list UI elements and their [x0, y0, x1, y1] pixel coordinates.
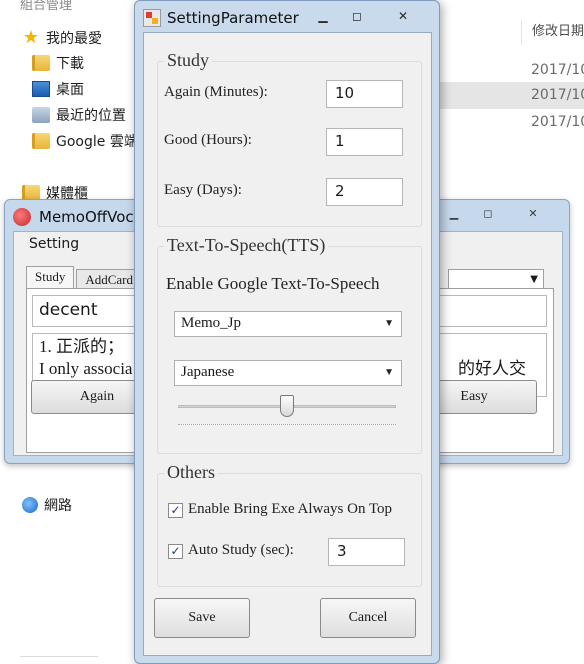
star-icon: ★: [22, 27, 40, 48]
setting-parameter-dialog: SettingParameter ▁ ◻ ✕ Study Again (Minu…: [134, 0, 440, 664]
slider-ticks: [178, 422, 396, 425]
speech-rate-slider-thumb[interactable]: [280, 395, 294, 417]
dialog-title: SettingParameter: [167, 9, 299, 27]
again-minutes-label: Again (Minutes):: [164, 84, 268, 100]
tab-add-card[interactable]: AddCard: [76, 269, 143, 288]
nav-network-label: 網路: [44, 498, 72, 514]
file-date[interactable]: 2017/10: [531, 84, 584, 106]
easy-days-label: Easy (Days):: [164, 182, 242, 198]
auto-study-checkbox[interactable]: ✓: [168, 544, 183, 559]
chevron-down-icon: ▼: [384, 318, 394, 329]
auto-study-label[interactable]: Auto Study (sec):: [188, 542, 294, 559]
chevron-down-icon: ▼: [384, 367, 394, 378]
language-dropdown-value: Japanese: [181, 364, 235, 380]
enable-google-tts-label[interactable]: Enable Google Text-To-Speech: [166, 274, 380, 294]
file-date[interactable]: 2017/10: [531, 59, 584, 81]
google-drive-folder-icon: [32, 133, 50, 149]
nav-downloads[interactable]: 下載: [32, 52, 84, 74]
column-header-modified-date[interactable]: 修改日期: [521, 21, 584, 45]
recent-places-icon: [32, 107, 50, 123]
easy-days-input[interactable]: 2: [326, 178, 403, 206]
desktop-icon: [32, 81, 50, 97]
tts-group-title: Text-To-Speech(TTS): [164, 235, 329, 256]
maximize-icon[interactable]: ◻: [343, 7, 371, 25]
cancel-button[interactable]: Cancel: [320, 598, 416, 638]
always-on-top-label[interactable]: Enable Bring Exe Always On Top: [188, 501, 392, 518]
nav-favorites[interactable]: ★ 我的最愛: [22, 27, 102, 49]
definition-right-fragment: 的好人交: [458, 359, 526, 378]
minimize-icon[interactable]: ▁: [441, 206, 467, 222]
minimize-icon[interactable]: ▁: [309, 7, 337, 25]
tab-study[interactable]: Study: [26, 266, 75, 288]
always-on-top-checkbox[interactable]: ✓: [168, 503, 183, 518]
settings-app-icon: [143, 9, 161, 27]
nav-network[interactable]: 網路: [22, 494, 72, 516]
study-group: Study Again (Minutes): 10 Good (Hours): …: [157, 50, 422, 227]
nav-desktop-label: 桌面: [56, 82, 84, 98]
memo-app-icon: [13, 208, 31, 226]
organize-menu-cut[interactable]: 組合管理: [20, 0, 72, 13]
study-group-title: Study: [164, 50, 213, 71]
voice-dropdown[interactable]: Memo_Jp ▼: [174, 311, 402, 337]
good-hours-label: Good (Hours):: [164, 132, 252, 148]
file-date[interactable]: 2017/10: [531, 111, 584, 133]
language-dropdown[interactable]: Japanese ▼: [174, 360, 402, 386]
good-hours-input[interactable]: 1: [326, 128, 403, 156]
others-group-title: Others: [164, 462, 218, 483]
maximize-icon[interactable]: ◻: [475, 206, 501, 222]
memo-tab-bar: Study AddCard: [26, 266, 144, 288]
close-icon[interactable]: ✕: [389, 7, 417, 25]
nav-recent-places[interactable]: 最近的位置: [32, 104, 126, 126]
again-minutes-input[interactable]: 10: [326, 80, 403, 108]
chevron-down-icon: ▼: [530, 274, 538, 285]
voice-dropdown-value: Memo_Jp: [181, 315, 241, 331]
dialog-client-area: Study Again (Minutes): 10 Good (Hours): …: [143, 32, 432, 656]
download-folder-icon: [32, 55, 50, 71]
close-icon[interactable]: ✕: [520, 206, 546, 222]
nav-downloads-label: 下載: [56, 56, 84, 72]
others-group: Others ✓ Enable Bring Exe Always On Top …: [157, 462, 422, 587]
status-divider: [20, 656, 98, 664]
network-globe-icon: [22, 497, 38, 513]
auto-study-seconds-input[interactable]: 3: [328, 538, 405, 566]
nav-desktop[interactable]: 桌面: [32, 78, 84, 100]
menu-setting[interactable]: Setting: [29, 236, 79, 252]
save-button[interactable]: Save: [154, 598, 250, 638]
nav-favorites-label: 我的最愛: [46, 31, 102, 47]
memo-window-title: MemoOffVoc: [39, 208, 134, 226]
nav-recent-label: 最近的位置: [56, 108, 126, 124]
tts-group: Text-To-Speech(TTS) Enable Google Text-T…: [157, 235, 422, 454]
